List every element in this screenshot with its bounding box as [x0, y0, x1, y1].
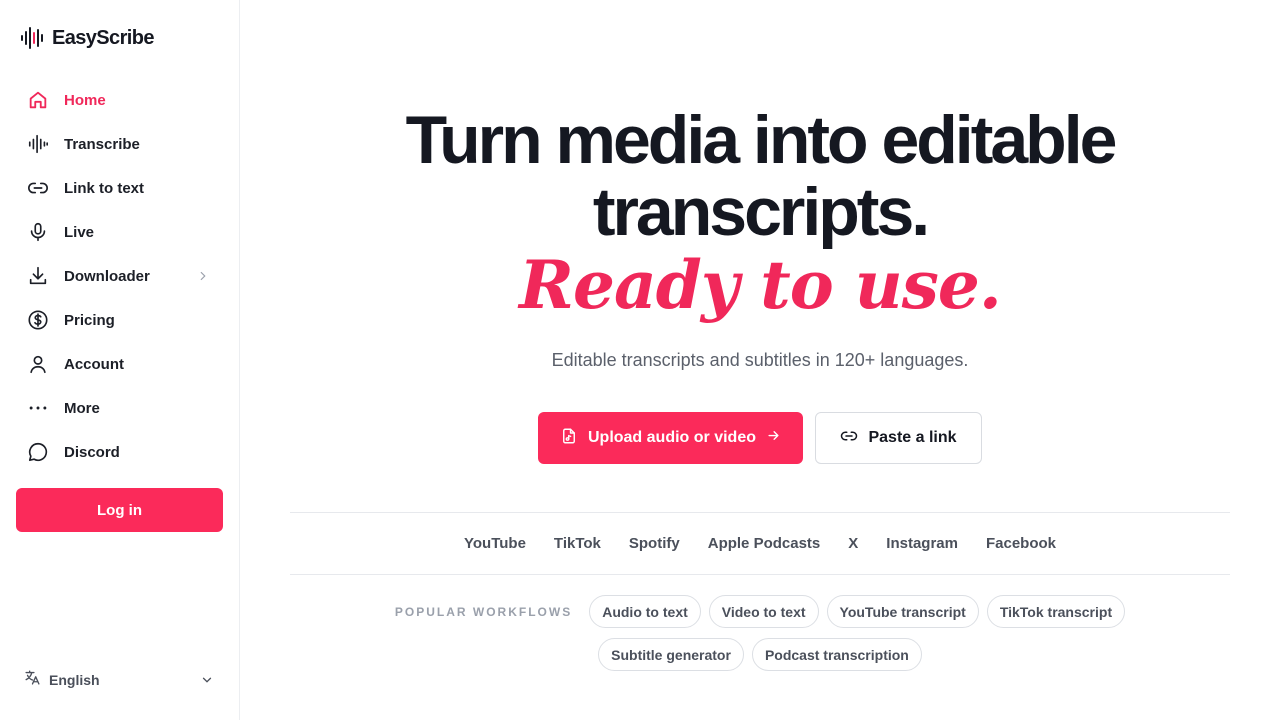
sidebar-item-label: Discord: [64, 443, 120, 461]
translate-icon: [24, 669, 41, 691]
download-icon: [26, 264, 50, 288]
sidebar-item-transcribe[interactable]: Transcribe: [16, 122, 224, 166]
sidebar: EasyScribe Home Transcribe Link to text: [0, 0, 240, 720]
hero-subtitle: Editable transcripts and subtitles in 12…: [551, 350, 969, 370]
audio-file-icon: [560, 427, 578, 450]
workflow-pill-video-to-text[interactable]: Video to text: [708, 595, 819, 628]
chevron-right-icon: [200, 271, 206, 281]
workflow-pill-youtube-transcript[interactable]: YouTube transcript: [826, 595, 979, 628]
dollar-circle-icon: [26, 308, 50, 332]
brand-name: EasyScribe: [52, 26, 154, 49]
workflow-pill-tiktok-transcript[interactable]: TikTok transcript: [986, 595, 1126, 628]
sidebar-item-link-to-text[interactable]: Link to text: [16, 166, 224, 210]
hero-headline-line2: transcripts.: [592, 174, 930, 250]
microphone-icon: [26, 220, 50, 244]
sidebar-item-account[interactable]: Account: [16, 342, 224, 386]
language-selector[interactable]: English: [24, 668, 216, 692]
app: EasyScribe Home Transcribe Link to text: [0, 0, 1280, 720]
sidebar-item-downloader[interactable]: Downloader: [16, 254, 224, 298]
sidebar-nav: Home Transcribe Link to text Live Downlo…: [16, 78, 224, 474]
platform-link-x[interactable]: X: [848, 535, 858, 552]
sidebar-item-pricing[interactable]: Pricing: [16, 298, 224, 342]
link-icon: [840, 427, 858, 450]
chevron-down-icon: [202, 677, 212, 683]
more-dots-icon: [26, 396, 50, 420]
workflow-pill-subtitle-generator[interactable]: Subtitle generator: [598, 638, 744, 671]
popular-workflows: POPULAR WORKFLOWS Audio to text Video to…: [320, 595, 1200, 671]
workflows-label: POPULAR WORKFLOWS: [394, 604, 573, 619]
main-content: Turn media into editable transcripts. Re…: [240, 0, 1280, 720]
logo[interactable]: EasyScribe: [20, 26, 154, 50]
sidebar-item-label: More: [64, 399, 100, 417]
hero-tagline: Ready to use.: [519, 246, 1002, 324]
sidebar-item-live[interactable]: Live: [16, 210, 224, 254]
sidebar-item-label: Home: [64, 91, 106, 109]
platform-link-apple-podcasts[interactable]: Apple Podcasts: [708, 535, 821, 552]
sidebar-item-discord[interactable]: Discord: [16, 430, 224, 474]
cta-group: Upload audio or video Paste a link: [240, 412, 1280, 464]
platform-link-facebook[interactable]: Facebook: [986, 535, 1056, 552]
sidebar-item-label: Pricing: [64, 311, 115, 329]
waveform-icon: [26, 132, 50, 156]
sidebar-item-label: Live: [64, 223, 95, 241]
workflow-pill-podcast-transcription[interactable]: Podcast transcription: [751, 638, 922, 671]
sidebar-item-label: Downloader: [64, 267, 150, 285]
sidebar-item-label: Account: [64, 355, 124, 373]
paste-link-button[interactable]: Paste a link: [815, 412, 982, 464]
logo-waveform-icon: [20, 26, 46, 50]
sidebar-item-more[interactable]: More: [16, 386, 224, 430]
link-icon: [26, 176, 50, 200]
sidebar-item-label: Link to text: [64, 179, 145, 197]
home-icon: [26, 88, 50, 112]
platform-links: YouTube TikTok Spotify Apple Podcasts X …: [290, 512, 1230, 575]
language-label: English: [49, 672, 100, 688]
sidebar-item-home[interactable]: Home: [16, 78, 224, 122]
hero: Turn media into editable transcripts. Re…: [240, 104, 1280, 322]
platform-link-youtube[interactable]: YouTube: [464, 535, 526, 552]
upload-button[interactable]: Upload audio or video: [538, 412, 803, 464]
platform-link-tiktok[interactable]: TikTok: [554, 535, 601, 552]
arrow-right-icon: [766, 428, 781, 448]
sidebar-item-label: Transcribe: [64, 135, 140, 153]
workflow-pill-audio-to-text[interactable]: Audio to text: [589, 595, 701, 628]
login-button[interactable]: Log in: [16, 488, 223, 532]
hero-headline-line1: Turn media into editable: [405, 102, 1118, 178]
chat-bubble-icon: [26, 440, 50, 464]
platform-link-spotify[interactable]: Spotify: [629, 535, 680, 552]
upload-button-label: Upload audio or video: [587, 429, 756, 446]
user-icon: [26, 352, 50, 376]
paste-link-label: Paste a link: [868, 429, 957, 446]
platform-link-instagram[interactable]: Instagram: [886, 535, 958, 552]
